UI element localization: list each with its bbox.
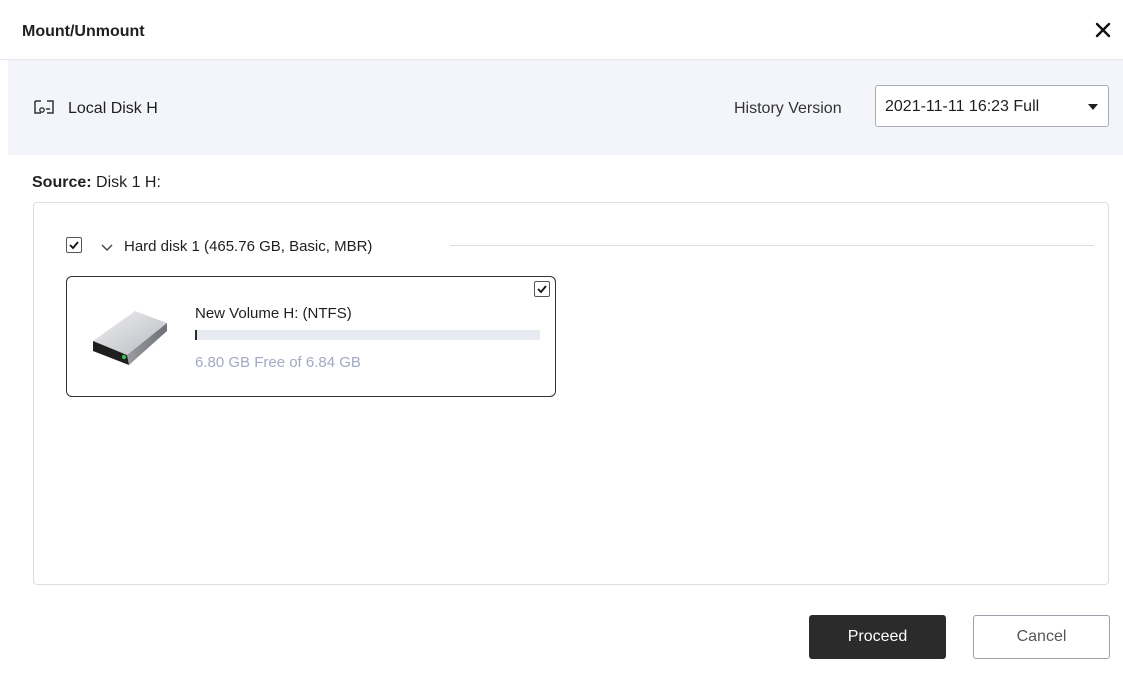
disk-name: Local Disk H bbox=[68, 100, 158, 117]
header-band: Local Disk H History Version 2021-11-11 … bbox=[8, 60, 1123, 155]
caret-down-icon bbox=[1088, 104, 1098, 110]
hard-drive-icon bbox=[89, 305, 169, 367]
disk-panel: Hard disk 1 (465.76 GB, Basic, MBR) New … bbox=[33, 202, 1109, 585]
volume-card[interactable]: New Volume H: (NTFS) 6.80 GB Free of 6.8… bbox=[66, 276, 556, 397]
proceed-button[interactable]: Proceed bbox=[809, 615, 946, 659]
divider bbox=[450, 245, 1094, 246]
volume-name: New Volume H: (NTFS) bbox=[195, 305, 352, 322]
source-row: Source: Disk 1 H: bbox=[32, 174, 161, 192]
disk-checkbox[interactable] bbox=[66, 237, 82, 253]
close-icon[interactable] bbox=[1091, 18, 1115, 42]
history-version-select[interactable]: 2021-11-11 16:23 Full bbox=[875, 85, 1109, 127]
volume-usage-fill bbox=[195, 330, 197, 340]
cancel-button[interactable]: Cancel bbox=[973, 615, 1110, 659]
volume-checkbox[interactable] bbox=[534, 281, 550, 297]
source-label: Source: bbox=[32, 174, 92, 191]
disk-header: Hard disk 1 (465.76 GB, Basic, MBR) bbox=[66, 236, 1094, 256]
dialog-title: Mount/Unmount bbox=[22, 23, 145, 40]
disk-icon bbox=[33, 98, 55, 116]
history-version-label: History Version bbox=[734, 100, 842, 117]
chevron-down-icon[interactable] bbox=[100, 240, 114, 251]
title-bar: Mount/Unmount bbox=[0, 0, 1123, 60]
disk-label: Hard disk 1 (465.76 GB, Basic, MBR) bbox=[124, 238, 373, 255]
history-version-value: 2021-11-11 16:23 Full bbox=[885, 98, 1040, 115]
volume-free-text: 6.80 GB Free of 6.84 GB bbox=[195, 354, 361, 371]
source-value: Disk 1 H: bbox=[91, 174, 161, 191]
volume-usage-bar bbox=[195, 330, 540, 340]
